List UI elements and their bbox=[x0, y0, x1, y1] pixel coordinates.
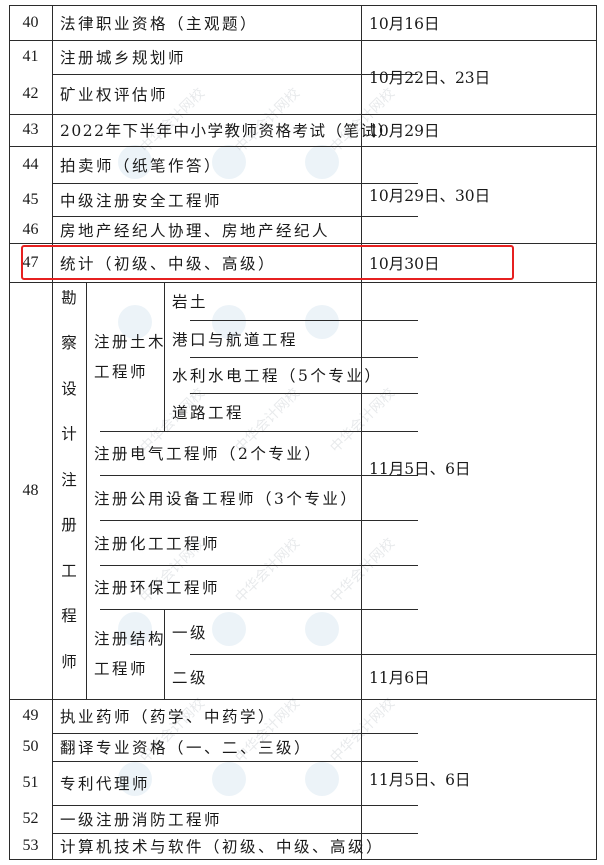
row-number: 46 bbox=[22, 220, 39, 238]
row-divider bbox=[9, 859, 597, 860]
specialty-item: 注册环保工程师 bbox=[94, 579, 221, 597]
watermark-logo-icon bbox=[305, 305, 339, 339]
watermark-text: 中华会计网校 bbox=[232, 535, 304, 607]
row-number: 52 bbox=[22, 810, 39, 827]
highlight-box bbox=[21, 245, 514, 280]
group-char: 注 bbox=[61, 470, 77, 489]
exam-date: 10月16日 bbox=[369, 14, 440, 33]
row-number: 51 bbox=[22, 774, 39, 791]
watermark-logo-icon bbox=[305, 762, 339, 796]
specialty-item: 岩土 bbox=[172, 293, 209, 311]
specialty-item: 道路工程 bbox=[172, 404, 245, 422]
exam-name: 执业药师（药学、中药学） bbox=[60, 708, 277, 726]
specialty-item: 水利水电工程（5个专业） bbox=[172, 367, 383, 385]
exam-name: 计算机技术与软件（初级、中级、高级） bbox=[60, 838, 385, 856]
exam-name: 专利代理师 bbox=[60, 775, 151, 793]
exam-date: 11月5日、6日 bbox=[369, 771, 471, 789]
group-char: 设 bbox=[61, 379, 77, 398]
row-number: 44 bbox=[22, 155, 39, 173]
exam-name: 拍卖师（纸笔作答） bbox=[60, 156, 223, 175]
row-number: 42 bbox=[22, 85, 39, 102]
row-number: 49 bbox=[22, 707, 39, 724]
exam-schedule-table: 中华会计网校 中华会计网校 中华会计网校 中华会计网校 中华会计网校 中华会计网… bbox=[0, 0, 604, 865]
watermark-logo-icon bbox=[212, 762, 246, 796]
exam-name: 一级注册消防工程师 bbox=[60, 811, 223, 829]
exam-name: 房地产经纪人协理、房地产经纪人 bbox=[60, 221, 331, 240]
subgroup-line: 工程师 bbox=[94, 362, 149, 381]
exam-name: 2022年下半年中小学教师资格考试（笔试） bbox=[60, 122, 395, 140]
subgroup-line: 注册土木 bbox=[94, 332, 167, 351]
watermark-logo-icon bbox=[305, 612, 339, 646]
row-number: 40 bbox=[22, 13, 39, 31]
group-char: 工 bbox=[61, 561, 77, 580]
specialty-item: 二级 bbox=[172, 668, 209, 687]
watermark-logo-icon bbox=[212, 612, 246, 646]
exam-date: 10月22日、23日 bbox=[369, 69, 491, 87]
group-char: 册 bbox=[61, 516, 77, 535]
specialty-item: 注册化工工程师 bbox=[94, 534, 221, 553]
exam-date: 11月5日、6日 bbox=[369, 460, 471, 478]
exam-name: 中级注册安全工程师 bbox=[60, 191, 223, 210]
exam-name: 矿业权评估师 bbox=[60, 86, 169, 104]
specialty-item: 一级 bbox=[172, 623, 209, 642]
row-number: 45 bbox=[22, 190, 39, 208]
specialty-item: 港口与航道工程 bbox=[172, 330, 299, 349]
specialty-item: 注册公用设备工程师（3个专业） bbox=[94, 489, 359, 508]
group-char: 察 bbox=[61, 334, 77, 353]
exam-name: 法律职业资格（主观题） bbox=[60, 14, 259, 33]
row-number: 50 bbox=[22, 738, 39, 755]
column-divider bbox=[596, 5, 597, 860]
group-char: 勘 bbox=[61, 288, 77, 307]
row-number: 43 bbox=[22, 121, 39, 138]
group-char: 程 bbox=[61, 607, 77, 626]
subgroup-civil-engineer: 注册土木 工程师 bbox=[86, 282, 172, 431]
exam-date: 10月29日、30日 bbox=[369, 186, 491, 205]
subgroup-line: 工程师 bbox=[94, 660, 149, 678]
exam-name: 注册城乡规划师 bbox=[60, 49, 187, 67]
subgroup-line: 注册结构 bbox=[94, 630, 167, 648]
subgroup-structural-engineer: 注册结构 工程师 bbox=[86, 609, 172, 699]
group-char: 计 bbox=[61, 425, 77, 444]
row-number: 53 bbox=[22, 837, 39, 854]
row-number: 41 bbox=[22, 48, 39, 65]
group-char: 师 bbox=[61, 652, 77, 671]
row-number: 48 bbox=[22, 481, 39, 499]
group-label: 勘 察 设 计 注 册 工 程 师 bbox=[52, 282, 86, 699]
exam-date: 10月29日 bbox=[369, 122, 440, 140]
specialty-item: 注册电气工程师（2个专业） bbox=[94, 445, 323, 463]
exam-name: 翻译专业资格（一、二、三级） bbox=[60, 739, 313, 757]
exam-date: 11月6日 bbox=[369, 668, 430, 687]
